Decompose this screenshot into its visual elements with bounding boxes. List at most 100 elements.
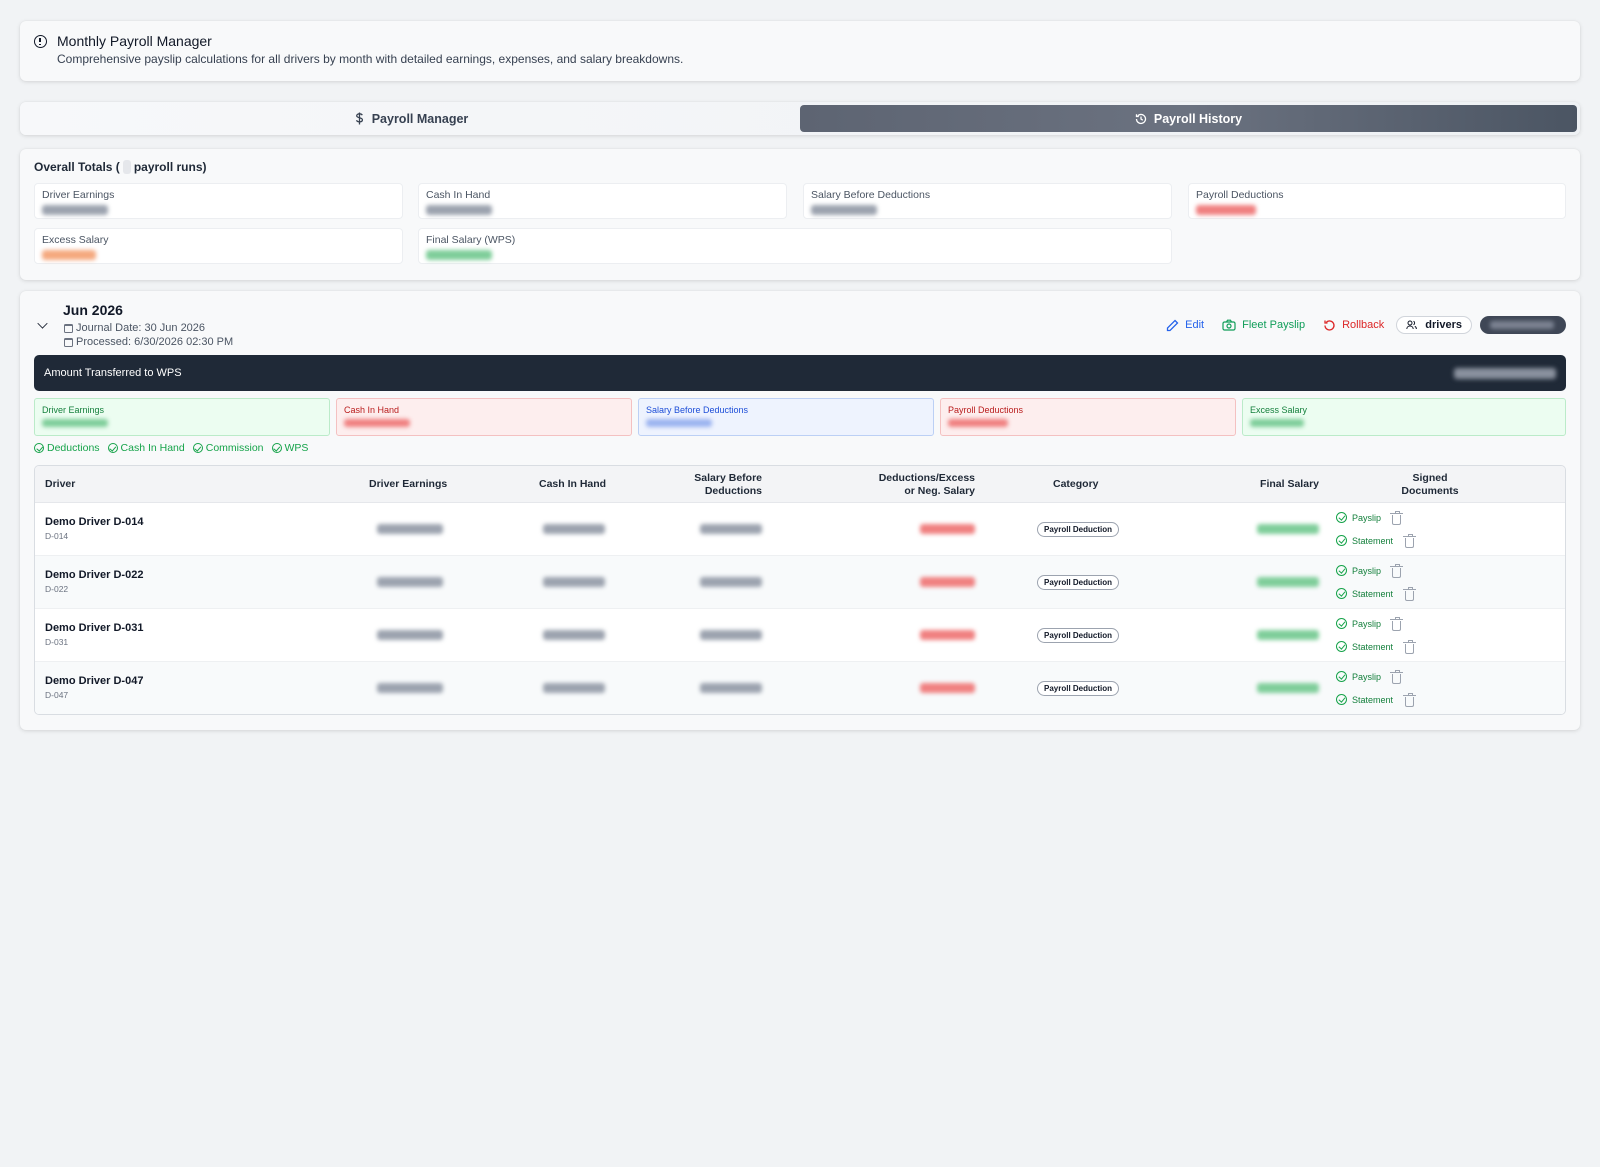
trash-icon[interactable] (1390, 670, 1403, 684)
history-icon (1135, 113, 1147, 124)
redacted-value (1250, 419, 1304, 427)
statement-link[interactable]: Statement (1336, 641, 1393, 652)
payslip-link[interactable]: Payslip (1336, 618, 1381, 629)
check-circle-icon (1336, 512, 1347, 523)
edit-button[interactable]: Edit (1166, 319, 1204, 332)
redacted-value (1257, 683, 1319, 693)
table-row: Demo Driver D-047 D-047 Payroll Deductio… (35, 662, 1565, 714)
metric-salary-before-deductions: Salary Before Deductions (638, 398, 934, 436)
trash-icon[interactable] (1390, 617, 1403, 631)
trash-icon[interactable] (1403, 587, 1416, 601)
trash-icon[interactable] (1403, 640, 1416, 654)
stat-label: Payroll Deductions (1196, 189, 1284, 201)
redacted-value (1257, 524, 1319, 534)
calendar-icon (64, 337, 73, 347)
col-signed-documents: Signed Documents (1385, 466, 1475, 503)
metric-label: Driver Earnings (42, 405, 105, 415)
run-count-redacted (122, 160, 131, 174)
redacted-value (700, 577, 762, 587)
edit-label: Edit (1185, 319, 1205, 331)
pencil-icon (1167, 319, 1179, 331)
check-circle-icon (1336, 641, 1347, 652)
overall-totals: Overall Totals (payroll runs) Driver Ear… (20, 149, 1580, 280)
col-salary-before-deductions: Salary Before Deductions (660, 466, 762, 503)
drivers-label: drivers (1425, 319, 1462, 331)
category-badge: Payroll Deduction (1037, 681, 1120, 696)
metric-label: Payroll Deductions (948, 405, 1024, 415)
page-title: Monthly Payroll Manager (57, 33, 212, 49)
payslip-link[interactable]: Payslip (1336, 671, 1381, 682)
check-circle-icon (1336, 618, 1347, 629)
driver-code: D-047 (45, 690, 69, 700)
trash-icon[interactable] (1403, 693, 1416, 707)
statement-label: Statement (1352, 641, 1394, 652)
statement-link[interactable]: Statement (1336, 588, 1393, 599)
redacted-value (1257, 577, 1319, 587)
tab-bar: Payroll Manager Payroll History (20, 102, 1580, 135)
check-circle-icon (1336, 694, 1347, 705)
flag-cash-in-hand: Cash In Hand (107, 442, 185, 454)
stat-label: Excess Salary (42, 234, 109, 246)
redacted-value (920, 524, 975, 534)
trash-icon[interactable] (1390, 511, 1403, 525)
stat-cash-in-hand: Cash In Hand (418, 183, 787, 219)
trash-icon[interactable] (1403, 534, 1416, 548)
redacted-value (377, 683, 443, 693)
table-header: Driver Driver Earnings Cash In Hand Sala… (35, 466, 1565, 503)
check-circle-icon (1336, 535, 1347, 546)
statement-link[interactable]: Statement (1336, 535, 1393, 546)
category-badge: Payroll Deduction (1037, 522, 1120, 537)
redacted-value (42, 419, 108, 427)
run-actions: Edit Fleet Payslip Rollback drivers (1166, 316, 1566, 334)
col-label-line: Deductions (704, 484, 762, 497)
redacted-value (426, 250, 492, 260)
chevron-down-icon[interactable] (37, 318, 48, 329)
payslip-label: Payslip (1352, 618, 1382, 629)
journal-date: Journal Date: 30 Jun 2026 (64, 322, 205, 334)
redacted-value (344, 419, 410, 427)
redacted-value (920, 577, 975, 587)
flag-label: Deductions (47, 442, 100, 454)
tab-payroll-manager[interactable]: Payroll Manager (23, 105, 799, 132)
redacted-value (1454, 367, 1556, 379)
wps-transfer-banner: Amount Transferred to WPS (34, 355, 1566, 391)
flag-wps: WPS (271, 442, 308, 454)
statement-label: Statement (1352, 588, 1394, 599)
dollar-icon (355, 112, 363, 125)
camera-icon (1222, 319, 1236, 331)
check-circle-icon (34, 443, 44, 453)
check-circle-icon (107, 443, 118, 453)
redacted-value (42, 250, 96, 260)
redacted-value (700, 683, 762, 693)
metric-driver-earnings: Driver Earnings (34, 398, 330, 436)
journal-date-text: Journal Date: 30 Jun 2026 (76, 322, 206, 334)
page-description: Comprehensive payslip calculations for a… (57, 52, 684, 66)
trash-icon[interactable] (1390, 564, 1403, 578)
stat-final-salary-wps: Final Salary (WPS) (418, 228, 1172, 264)
redacted-value (948, 419, 1008, 427)
redacted-value (1490, 321, 1554, 329)
redacted-value (543, 524, 605, 534)
fleet-payslip-button[interactable]: Fleet Payslip (1222, 319, 1305, 331)
rollback-button[interactable]: Rollback (1323, 319, 1384, 332)
col-driver: Driver (45, 478, 76, 491)
heading-suffix: payroll runs) (133, 160, 207, 174)
redacted-value (426, 205, 492, 215)
tab-label: Payroll Manager (371, 111, 469, 126)
col-label-line: or Neg. Salary (904, 484, 975, 497)
statement-link[interactable]: Statement (1336, 694, 1393, 705)
processed-date: Processed: 6/30/2026 02:30 PM (64, 336, 233, 348)
run-month: Jun 2026 (63, 302, 123, 318)
check-circle-icon (1336, 588, 1347, 599)
statement-label: Statement (1352, 694, 1394, 705)
drivers-count-pill[interactable]: drivers (1396, 316, 1472, 334)
payslip-link[interactable]: Payslip (1336, 512, 1381, 523)
payslip-label: Payslip (1352, 671, 1382, 682)
col-category: Category (1053, 478, 1099, 491)
payslip-link[interactable]: Payslip (1336, 565, 1381, 576)
info-icon (34, 35, 47, 48)
calendar-icon (64, 323, 73, 333)
tab-payroll-history[interactable]: Payroll History (800, 105, 1577, 132)
flag-commission: Commission (192, 442, 264, 454)
flag-label: Cash In Hand (120, 442, 185, 454)
